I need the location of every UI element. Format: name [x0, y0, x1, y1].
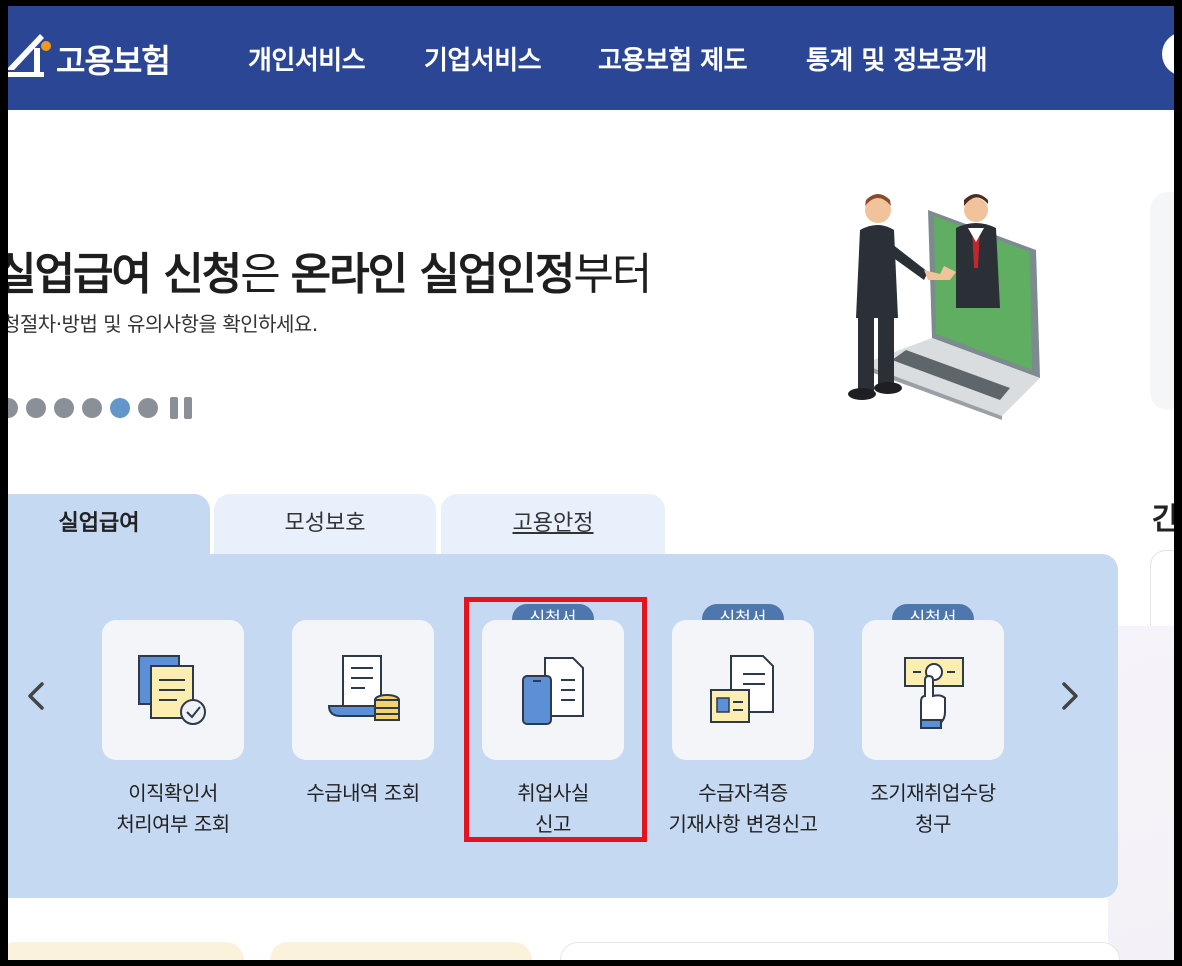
pause-icon[interactable] [170, 396, 194, 420]
slide-dot[interactable] [138, 398, 158, 418]
nav-personal-services[interactable]: 개인서비스 [248, 40, 366, 77]
bottom-card[interactable] [8, 942, 244, 960]
banner-title[interactable]: 실업급여 신청은 온라인 실업인정부터 [8, 238, 652, 302]
nav-insurance-system[interactable]: 고용보험 제도 [598, 40, 748, 77]
service-label: 수급자격증 기재사항 변경신고 [668, 781, 818, 836]
search-button[interactable] [1162, 32, 1174, 76]
banner-title-part: 온라인 실업인정 [290, 249, 576, 300]
logo-text[interactable]: 고용보험 [56, 36, 171, 82]
document-check-icon [138, 655, 206, 725]
banner-title-part: 부터 [573, 249, 652, 300]
scroll-coins-icon [327, 655, 400, 721]
hand-cash-icon [904, 657, 964, 729]
banner-title-part: 은 [240, 249, 291, 300]
service-label: 조기재취업수당 청구 [870, 781, 996, 836]
site-header: 고용보험 개인서비스 기업서비스 고용보험 제도 통계 및 정보공개 [8, 6, 1174, 110]
chevron-right-icon[interactable] [1054, 676, 1086, 716]
service-label: 이직확인서 처리여부 조회 [116, 781, 230, 836]
service-icon-box[interactable] [672, 620, 814, 760]
slide-dot[interactable] [82, 398, 102, 418]
tab-maternity-protection[interactable]: 모성보호 [214, 494, 436, 556]
service-icon-box[interactable] [862, 620, 1004, 760]
handshake-laptop-illustration [848, 194, 1040, 420]
tab-unemployment-benefit[interactable]: 실업급여 [8, 494, 210, 556]
bottom-card[interactable] [270, 942, 532, 960]
side-heading: 간 [1152, 502, 1174, 537]
side-login-card[interactable] [1150, 192, 1174, 410]
logo-icon[interactable] [8, 24, 54, 84]
chevron-left-icon[interactable] [20, 676, 52, 716]
tab-employment-stability[interactable]: 고용안정 [441, 494, 665, 556]
id-card-document-icon [710, 655, 774, 723]
highlight-box [464, 597, 647, 842]
service-icon-box[interactable] [102, 620, 244, 760]
bottom-card[interactable] [560, 942, 1120, 960]
banner-subtitle: 청절차·방법 및 유의사항을 확인하세요. [8, 312, 318, 336]
slide-dot[interactable] [26, 398, 46, 418]
service-label: 수급내역 조회 [306, 781, 420, 805]
banner-title-part: 실업급여 신청 [8, 249, 242, 300]
service-icon-box[interactable] [292, 620, 434, 760]
slide-dot[interactable] [54, 398, 74, 418]
slide-dot[interactable] [8, 398, 18, 418]
nav-statistics[interactable]: 통계 및 정보공개 [806, 40, 988, 77]
nav-business-services[interactable]: 기업서비스 [424, 40, 542, 77]
page: 고용보험 개인서비스 기업서비스 고용보험 제도 통계 및 정보공개 실업급여 … [8, 6, 1174, 960]
slide-dot[interactable] [110, 398, 130, 418]
